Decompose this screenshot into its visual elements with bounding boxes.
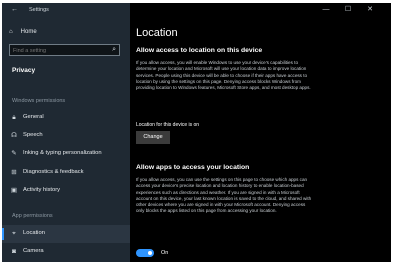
- settings-window: ← Settings ⌂ Home ⌕ Privacy Windows perm…: [2, 3, 391, 262]
- diagnostics-icon: ⊞: [11, 169, 17, 176]
- sidebar-item-general[interactable]: 🔒︎ General: [2, 109, 130, 127]
- section-heading-device-location: Allow access to location on this device: [136, 47, 263, 54]
- activity-history-icon: ▣: [10, 187, 18, 194]
- sidebar-item-label: Activity history: [23, 187, 61, 193]
- sidebar-item-activity-history[interactable]: ▣ Activity history: [2, 182, 130, 200]
- sidebar-item-speech[interactable]: ☊ Speech: [2, 127, 130, 145]
- location-icon: ⌖: [12, 230, 16, 237]
- camera-icon: ◙: [12, 248, 16, 255]
- page-title: Location: [136, 27, 178, 39]
- home-link[interactable]: ⌂ Home: [9, 29, 37, 35]
- sidebar-item-label: Speech: [23, 132, 43, 138]
- sidebar-item-camera[interactable]: ◙ Camera: [2, 243, 130, 261]
- location-toggle[interactable]: [136, 249, 154, 257]
- speech-icon: ☊: [11, 132, 17, 139]
- sidebar-item-label: Location: [23, 230, 45, 236]
- section-windows-permissions: Windows permissions: [12, 98, 66, 104]
- search-box[interactable]: ⌕: [9, 44, 120, 56]
- sidebar-item-label: Inking & typing personalization: [23, 150, 102, 156]
- section-heading-app-location: Allow apps to access your location: [136, 164, 250, 171]
- title-bar: ← Settings: [2, 3, 130, 17]
- back-arrow-icon[interactable]: ←: [11, 6, 18, 13]
- selection-indicator: [2, 228, 4, 240]
- sidebar-item-diagnostics[interactable]: ⊞ Diagnostics & feedback: [2, 164, 130, 182]
- lock-icon: 🔒︎: [12, 114, 16, 121]
- toggle-state-label: On: [161, 250, 169, 256]
- inking-icon: ✎: [11, 150, 17, 157]
- window-title: Settings: [29, 7, 49, 13]
- device-location-description: If you allow access, you will enable Win…: [136, 60, 311, 91]
- change-button[interactable]: Change: [136, 131, 170, 144]
- window-controls: — ☐ ✕: [315, 5, 381, 13]
- maximize-button[interactable]: ☐: [337, 5, 359, 13]
- sidebar-item-location[interactable]: ⌖ Location: [2, 225, 130, 243]
- section-app-permissions: App permissions: [12, 213, 53, 219]
- location-status-text: Location for this device is on: [136, 122, 200, 128]
- main-content: — ☐ ✕ Location Allow access to location on…: [130, 3, 391, 262]
- toggle-knob: [148, 251, 152, 255]
- sidebar-item-label: Diagnostics & feedback: [23, 169, 84, 175]
- sidebar-item-label: Camera: [23, 248, 44, 254]
- search-input[interactable]: [13, 46, 105, 55]
- search-icon[interactable]: ⌕: [112, 46, 116, 54]
- sidebar-item-label: General: [23, 114, 44, 120]
- minimize-button[interactable]: —: [315, 6, 337, 13]
- sidebar-item-inking[interactable]: ✎ Inking & typing personalization: [2, 145, 130, 163]
- home-icon: ⌂: [9, 29, 13, 35]
- sidebar: ← Settings ⌂ Home ⌕ Privacy Windows perm…: [2, 3, 130, 262]
- app-location-description: If you allow access, you can use the set…: [136, 177, 312, 214]
- close-button[interactable]: ✕: [359, 5, 381, 13]
- home-label: Home: [20, 29, 37, 35]
- category-title: Privacy: [12, 67, 36, 74]
